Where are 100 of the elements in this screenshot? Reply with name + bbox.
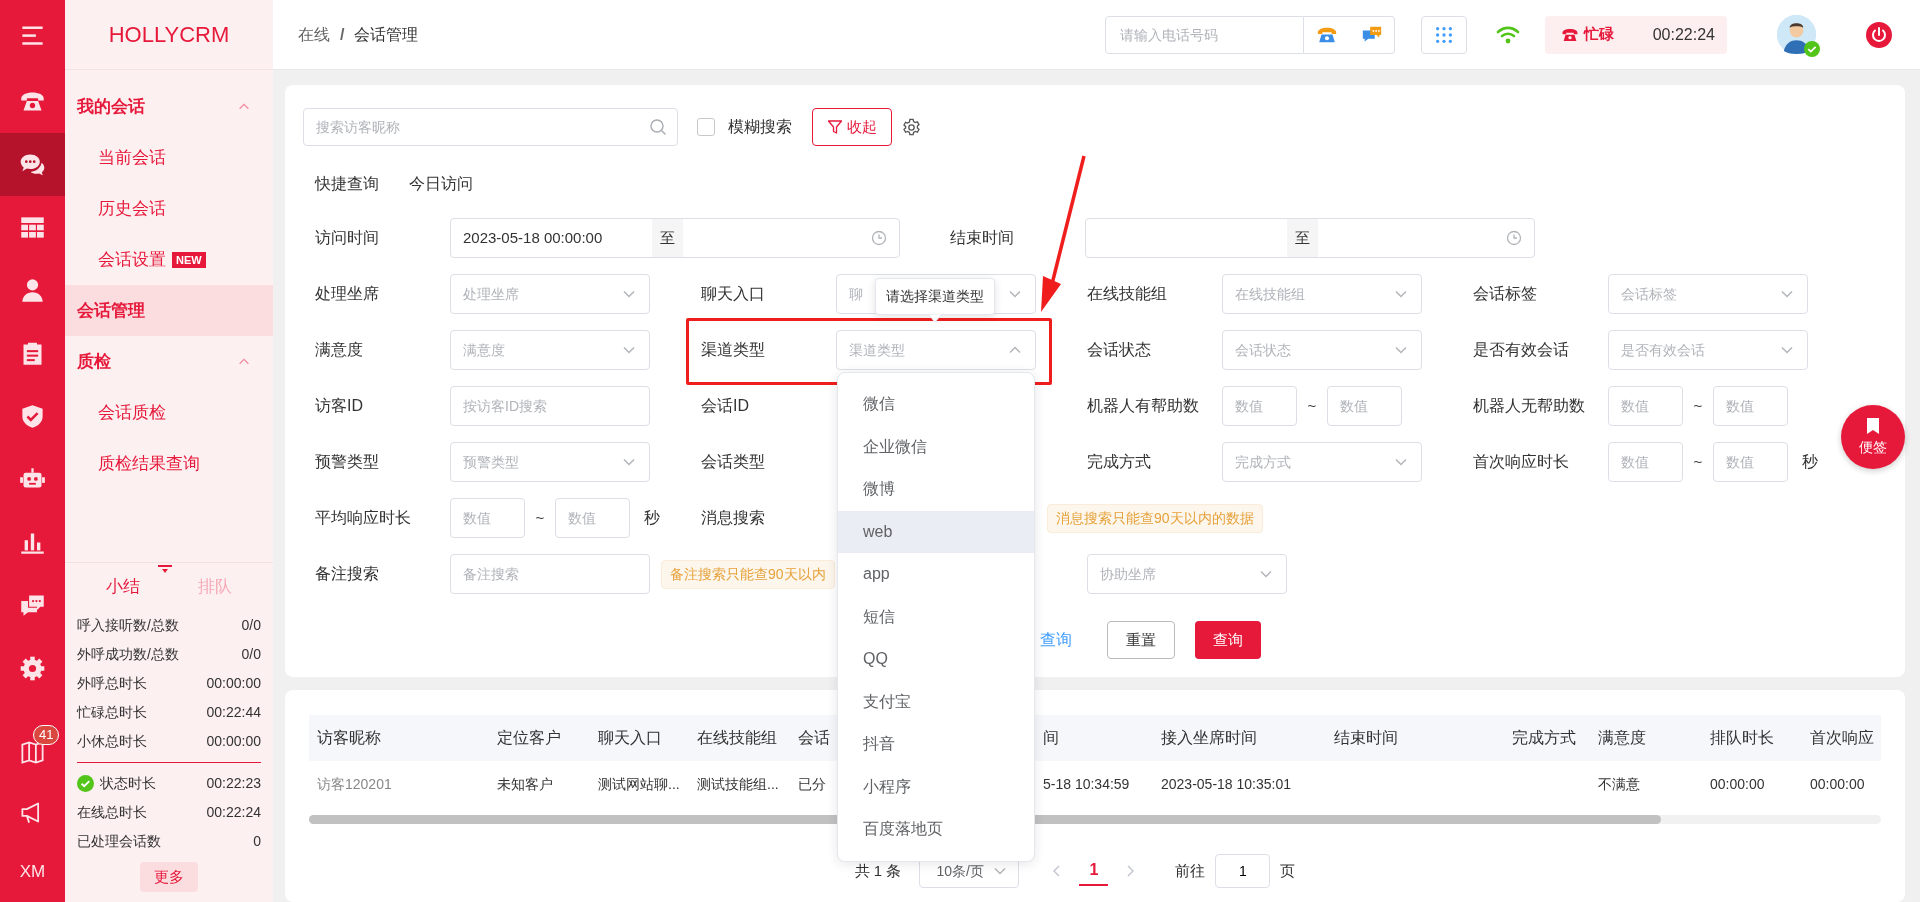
field-label: 渠道类型	[701, 340, 766, 360]
submenu-item[interactable]: 会话质检	[65, 387, 273, 438]
search-icon[interactable]	[649, 118, 667, 136]
text-field[interactable]: 按访客ID搜索	[450, 386, 650, 426]
search-link[interactable]: 查询	[1039, 628, 1072, 652]
submenu-item[interactable]: 会话设置 NEW	[65, 234, 273, 285]
column-header[interactable]: 结束时间	[1334, 729, 1398, 746]
column-header[interactable]: 间	[1043, 729, 1059, 746]
settings-icon[interactable]	[902, 117, 921, 137]
field-label: 是否有效会话	[1473, 340, 1570, 360]
dropdown-option[interactable]: 微博	[838, 468, 1034, 511]
table-cell: 测试网站聊...	[598, 775, 680, 792]
avatar[interactable]	[1777, 15, 1816, 54]
checkbox-label[interactable]: 模糊搜索	[728, 115, 792, 139]
dropdown-option[interactable]: 微信	[838, 383, 1034, 426]
field-label: 首次响应时长	[1473, 452, 1570, 472]
breadcrumb-current: 会话管理	[354, 24, 419, 45]
tooltip-arrow-icon	[928, 314, 942, 322]
collapse-button[interactable]: 收起	[812, 108, 892, 146]
dropdown-option[interactable]: web	[838, 510, 1034, 553]
more-button[interactable]: 更多	[140, 861, 198, 892]
table-cell: 00:00:00	[1710, 775, 1765, 792]
count-badge: 41	[33, 725, 60, 745]
stat-value: 00:00:00	[206, 731, 261, 751]
dropdown-option[interactable]: 短信	[838, 595, 1034, 638]
table-cell: 5-18 10:34:59	[1043, 775, 1130, 792]
field-label: 满意度	[315, 340, 364, 360]
quick-link[interactable]: 今日访问	[409, 172, 473, 196]
power-button[interactable]	[1866, 21, 1892, 48]
range-separator: ~	[1306, 395, 1318, 416]
phone-field[interactable]: 请输入电话号码	[1105, 15, 1304, 54]
number-field[interactable]: 数值	[1608, 442, 1683, 482]
number-field[interactable]: 数值	[1713, 386, 1788, 426]
status-button[interactable]: 忙碌	[1561, 23, 1614, 46]
search-button[interactable]: 查询	[1194, 621, 1261, 659]
menu-item[interactable]: 会话管理	[65, 285, 273, 336]
table-cell: 已分	[798, 775, 826, 792]
summary-tab[interactable]: 小结	[106, 573, 140, 600]
field-label: 访客ID	[315, 396, 364, 416]
column-header[interactable]: 满意度	[1598, 729, 1646, 746]
shield-icon	[19, 403, 46, 430]
grid-icon	[19, 214, 46, 241]
page-button[interactable]: 1	[1079, 856, 1109, 886]
submenu-item[interactable]: 当前会话	[65, 132, 273, 183]
person-icon	[19, 277, 46, 304]
page-field[interactable]: 1	[1215, 854, 1271, 888]
number-field[interactable]: 数值	[1222, 386, 1297, 426]
stat-value: 00:22:24	[206, 802, 261, 822]
search-field[interactable]: 搜索访客昵称	[303, 108, 678, 146]
dropdown-option[interactable]: 小程序	[838, 765, 1034, 808]
chat-icon	[19, 151, 46, 178]
collapse-handle-icon[interactable]	[157, 564, 173, 575]
total-count: 共 1 条	[854, 860, 902, 881]
submenu-item[interactable]: 历史会话	[65, 183, 273, 234]
nav-item[interactable]: XM	[0, 842, 65, 902]
stat-label: 在线总时长	[77, 802, 147, 822]
stat-label: 状态时长	[100, 773, 156, 793]
date-range-field[interactable]: 2023-05-18 00:00:00 至	[450, 218, 900, 258]
hint-tag: 备注搜索只能查90天以内	[661, 559, 835, 589]
column-header[interactable]: 访客昵称	[317, 729, 381, 746]
stat-value: 0	[253, 831, 261, 851]
stat-label: 外呼成功数/总数	[77, 644, 179, 664]
number-field[interactable]: 数值	[450, 498, 525, 538]
column-header[interactable]: 会话	[798, 729, 830, 746]
table-cell: 未知客户	[497, 775, 553, 792]
number-field[interactable]: 数值	[555, 498, 630, 538]
unit-label: 秒	[644, 508, 660, 528]
dialpad-button[interactable]	[1421, 15, 1467, 54]
table-cell: 访客120201	[317, 775, 392, 792]
nav-item[interactable]: 41	[0, 722, 65, 782]
number-field[interactable]: 数值	[1608, 386, 1683, 426]
number-field[interactable]: 数值	[1713, 442, 1788, 482]
field-label: 备注搜索	[315, 564, 380, 584]
checkbox[interactable]	[697, 118, 715, 136]
call-timer: 00:22:24	[1652, 24, 1715, 45]
menu-item[interactable]: 质检	[65, 336, 273, 387]
reset-button[interactable]: 重置	[1106, 621, 1175, 659]
field-label: 处理坐席	[315, 284, 380, 304]
range-separator: ~	[1692, 451, 1704, 472]
dropdown-option[interactable]: 支付宝	[838, 680, 1034, 723]
stat-label: 已处理会话数	[77, 831, 161, 851]
breadcrumb-link[interactable]: 在线	[298, 22, 330, 47]
stat-value: 00:22:44	[206, 702, 261, 722]
field-label: 访问时间	[315, 228, 380, 248]
submenu-item[interactable]: 质检结果查询	[65, 438, 273, 489]
dropdown-option[interactable]: 抖音	[838, 723, 1034, 766]
new-tag: NEW	[172, 251, 206, 268]
dropdown-option[interactable]: QQ	[838, 638, 1034, 681]
dropdown-option[interactable]: 企业微信	[838, 425, 1034, 468]
date-range-field[interactable]: 至	[1085, 218, 1535, 258]
text-field[interactable]: 备注搜索	[450, 554, 650, 594]
number-field[interactable]: 数值	[1327, 386, 1402, 426]
dropdown-option[interactable]: app	[838, 553, 1034, 596]
field-label: 消息搜索	[701, 508, 766, 528]
goto-label: 前往	[1175, 860, 1206, 881]
stat-value: 0/0	[241, 644, 261, 664]
nav-item[interactable]	[0, 133, 65, 196]
menu-item[interactable]: 我的会话	[65, 81, 273, 132]
dropdown-option[interactable]: 百度落地页	[838, 808, 1034, 851]
stat-value: 00:22:23	[206, 773, 261, 793]
